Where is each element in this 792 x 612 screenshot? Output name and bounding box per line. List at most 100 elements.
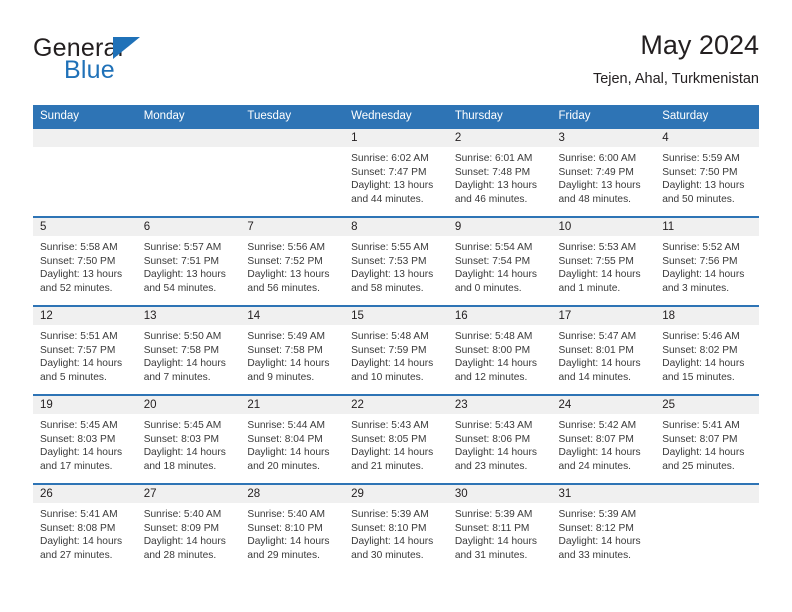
sunset-time: Sunset: 7:50 PM (662, 166, 738, 178)
sunset-time: Sunset: 7:47 PM (351, 166, 427, 178)
calendar-day-cell[interactable]: 15 Sunrise: 5:48 AM Sunset: 7:59 PM Dayligh… (344, 305, 448, 395)
sunset-time: Sunset: 7:48 PM (454, 166, 531, 178)
sunset-time: Sunset: 7:51 PM (143, 255, 220, 267)
sunset-time: Sunset: 8:09 PM (143, 522, 220, 534)
day-details: Sunrise: 5:48 AM Sunset: 8:00 PM Daylight:… (448, 325, 552, 384)
calendar-day-cell[interactable]: 21 Sunrise: 5:44 AM Sunset: 8:04 PM Dayligh… (240, 394, 345, 484)
daylight-duration: Daylight: 14 hours and 20 minutes. (247, 447, 330, 472)
calendar-day-cell[interactable]: 5 Sunrise: 5:58 AM Sunset: 7:50 PM Daylight… (33, 216, 137, 306)
day-number: 31 (551, 485, 656, 503)
calendar-day-cell[interactable]: 17 Sunrise: 5:47 AM Sunset: 8:01 PM Dayligh… (551, 305, 656, 395)
calendar-week-row: 5 Sunrise: 5:58 AM Sunset: 7:50 PM Daylight… (33, 216, 759, 306)
calendar-day-cell[interactable]: 31 Sunrise: 5:39 AM Sunset: 8:12 PM Dayligh… (551, 483, 656, 573)
calendar-header-row: Sunday Monday Tuesday Wednesday Thursday… (33, 105, 759, 128)
sunset-time: Sunset: 8:03 PM (40, 433, 116, 445)
daylight-duration: Daylight: 14 hours and 33 minutes. (558, 536, 641, 561)
calendar-day-cell[interactable]: 13 Sunrise: 5:50 AM Sunset: 7:58 PM Dayligh… (136, 305, 241, 395)
day-number: 14 (240, 307, 345, 325)
calendar-day-cell[interactable]: 8 Sunrise: 5:55 AM Sunset: 7:53 PM Daylight… (344, 216, 448, 306)
calendar-day-cell[interactable]: 10 Sunrise: 5:53 AM Sunset: 7:55 PM Dayligh… (551, 216, 656, 306)
sunrise-time: Sunrise: 5:43 AM (351, 420, 429, 431)
daylight-duration: Daylight: 14 hours and 30 minutes. (351, 536, 434, 561)
calendar-day-cell[interactable]: 23 Sunrise: 5:43 AM Sunset: 8:06 PM Dayligh… (447, 394, 552, 484)
calendar-day-cell[interactable]: 19 Sunrise: 5:45 AM Sunset: 8:03 PM Dayligh… (33, 394, 137, 484)
sunrise-time: Sunrise: 5:47 AM (558, 331, 637, 342)
brand-logo[interactable]: General Blue (33, 34, 293, 90)
day-number: 26 (33, 485, 137, 503)
calendar-day-cell[interactable]: 25 Sunrise: 5:41 AM Sunset: 8:07 PM Dayligh… (655, 394, 759, 484)
calendar-day-cell[interactable]: 1 Sunrise: 6:02 AM Sunset: 7:47 PM Daylight… (344, 127, 448, 217)
calendar-day-cell[interactable]: 3 Sunrise: 6:00 AM Sunset: 7:49 PM Daylight… (551, 127, 656, 217)
day-details: Sunrise: 5:43 AM Sunset: 8:06 PM Daylight:… (448, 414, 552, 473)
daylight-duration: Daylight: 14 hours and 25 minutes. (662, 447, 745, 472)
sunrise-time: Sunrise: 5:54 AM (454, 242, 533, 253)
day-details: Sunrise: 5:47 AM Sunset: 8:01 PM Daylight:… (552, 325, 656, 384)
calendar-day-cell[interactable]: 14 Sunrise: 5:49 AM Sunset: 7:58 PM Dayligh… (240, 305, 345, 395)
sunset-time: Sunset: 8:12 PM (558, 522, 634, 534)
sunrise-time: Sunrise: 5:59 AM (662, 153, 740, 164)
calendar-week-row: 26 Sunrise: 5:41 AM Sunset: 8:08 PM Dayligh… (33, 483, 759, 573)
daylight-duration: Daylight: 13 hours and 54 minutes. (143, 269, 226, 294)
day-details: Sunrise: 5:40 AM Sunset: 8:10 PM Daylight:… (240, 503, 344, 562)
daylight-duration: Daylight: 14 hours and 14 minutes. (558, 358, 641, 383)
calendar-day-cell[interactable]: 24 Sunrise: 5:42 AM Sunset: 8:07 PM Dayligh… (551, 394, 656, 484)
sunrise-time: Sunrise: 5:45 AM (40, 420, 118, 431)
sunset-time: Sunset: 7:54 PM (454, 255, 531, 267)
day-number: 11 (655, 218, 759, 236)
sunset-time: Sunset: 8:08 PM (40, 522, 116, 534)
calendar-day-cell[interactable]: 22 Sunrise: 5:43 AM Sunset: 8:05 PM Dayligh… (344, 394, 448, 484)
calendar-day-cell[interactable]: 2 Sunrise: 6:01 AM Sunset: 7:48 PM Daylight… (447, 127, 552, 217)
calendar-day-cell[interactable]: 12 Sunrise: 5:51 AM Sunset: 7:57 PM Dayligh… (33, 305, 137, 395)
calendar-day-cell[interactable]: 30 Sunrise: 5:39 AM Sunset: 8:11 PM Dayligh… (447, 483, 552, 573)
daylight-duration: Daylight: 14 hours and 3 minutes. (662, 269, 745, 294)
day-details: Sunrise: 5:59 AM Sunset: 7:50 PM Daylight:… (655, 147, 759, 206)
day-number (655, 485, 759, 503)
sunset-time: Sunset: 8:10 PM (247, 522, 323, 534)
sunrise-time: Sunrise: 5:40 AM (143, 509, 222, 520)
day-number: 25 (655, 396, 759, 414)
page-header: General Blue May 2024 Tejen, Ahal, Turkm… (33, 28, 759, 98)
day-number: 22 (344, 396, 448, 414)
calendar-day-cell[interactable]: 6 Sunrise: 5:57 AM Sunset: 7:51 PM Daylight… (136, 216, 241, 306)
daylight-duration: Daylight: 14 hours and 28 minutes. (143, 536, 226, 561)
day-details: Sunrise: 6:02 AM Sunset: 7:47 PM Daylight:… (344, 147, 448, 206)
day-number: 27 (136, 485, 241, 503)
day-number: 9 (447, 218, 552, 236)
day-details: Sunrise: 5:43 AM Sunset: 8:05 PM Daylight:… (344, 414, 448, 473)
day-details: Sunrise: 5:54 AM Sunset: 7:54 PM Daylight:… (448, 236, 552, 295)
sunset-time: Sunset: 8:06 PM (454, 433, 531, 445)
calendar-day-cell[interactable]: 26 Sunrise: 5:41 AM Sunset: 8:08 PM Dayligh… (33, 483, 137, 573)
sunset-time: Sunset: 7:55 PM (558, 255, 634, 267)
daylight-duration: Daylight: 14 hours and 1 minute. (558, 269, 641, 294)
day-number: 19 (33, 396, 137, 414)
calendar-day-cell[interactable]: 28 Sunrise: 5:40 AM Sunset: 8:10 PM Dayligh… (240, 483, 345, 573)
daylight-duration: Daylight: 14 hours and 12 minutes. (454, 358, 537, 383)
sunrise-time: Sunrise: 5:48 AM (351, 331, 429, 342)
sunrise-sunset-calendar: Sunday Monday Tuesday Wednesday Thursday… (33, 105, 759, 573)
sunrise-time: Sunrise: 5:41 AM (662, 420, 740, 431)
daylight-duration: Daylight: 14 hours and 18 minutes. (143, 447, 226, 472)
calendar-day-cell[interactable]: 7 Sunrise: 5:56 AM Sunset: 7:52 PM Daylight… (240, 216, 345, 306)
day-number (240, 129, 345, 147)
calendar-day-cell[interactable]: 29 Sunrise: 5:39 AM Sunset: 8:10 PM Dayligh… (344, 483, 448, 573)
day-details: Sunrise: 5:39 AM Sunset: 8:10 PM Daylight:… (344, 503, 448, 562)
calendar-day-cell[interactable]: 27 Sunrise: 5:40 AM Sunset: 8:09 PM Dayligh… (136, 483, 241, 573)
calendar-day-cell[interactable]: 18 Sunrise: 5:46 AM Sunset: 8:02 PM Dayligh… (655, 305, 759, 395)
day-number: 16 (447, 307, 552, 325)
sunrise-time: Sunrise: 5:39 AM (454, 509, 533, 520)
calendar-day-cell[interactable]: 16 Sunrise: 5:48 AM Sunset: 8:00 PM Dayligh… (447, 305, 552, 395)
daylight-duration: Daylight: 14 hours and 7 minutes. (143, 358, 226, 383)
sunset-time: Sunset: 8:07 PM (662, 433, 738, 445)
calendar-day-cell[interactable]: 9 Sunrise: 5:54 AM Sunset: 7:54 PM Daylight… (447, 216, 552, 306)
calendar-day-cell[interactable]: 11 Sunrise: 5:52 AM Sunset: 7:56 PM Dayligh… (655, 216, 759, 306)
daylight-duration: Daylight: 14 hours and 15 minutes. (662, 358, 745, 383)
sunrise-time: Sunrise: 5:41 AM (40, 509, 118, 520)
weekday-header-monday: Monday (136, 105, 241, 128)
calendar-day-cell[interactable]: 20 Sunrise: 5:45 AM Sunset: 8:03 PM Dayligh… (136, 394, 241, 484)
weekday-header-row: Sunday Monday Tuesday Wednesday Thursday… (33, 105, 759, 128)
calendar-day-cell[interactable]: 4 Sunrise: 5:59 AM Sunset: 7:50 PM Daylight… (655, 127, 759, 217)
page-subtitle: Tejen, Ahal, Turkmenistan (592, 71, 759, 87)
day-number: 3 (551, 129, 656, 147)
day-details: Sunrise: 5:49 AM Sunset: 7:58 PM Daylight:… (240, 325, 344, 384)
sunset-time: Sunset: 8:04 PM (247, 433, 323, 445)
